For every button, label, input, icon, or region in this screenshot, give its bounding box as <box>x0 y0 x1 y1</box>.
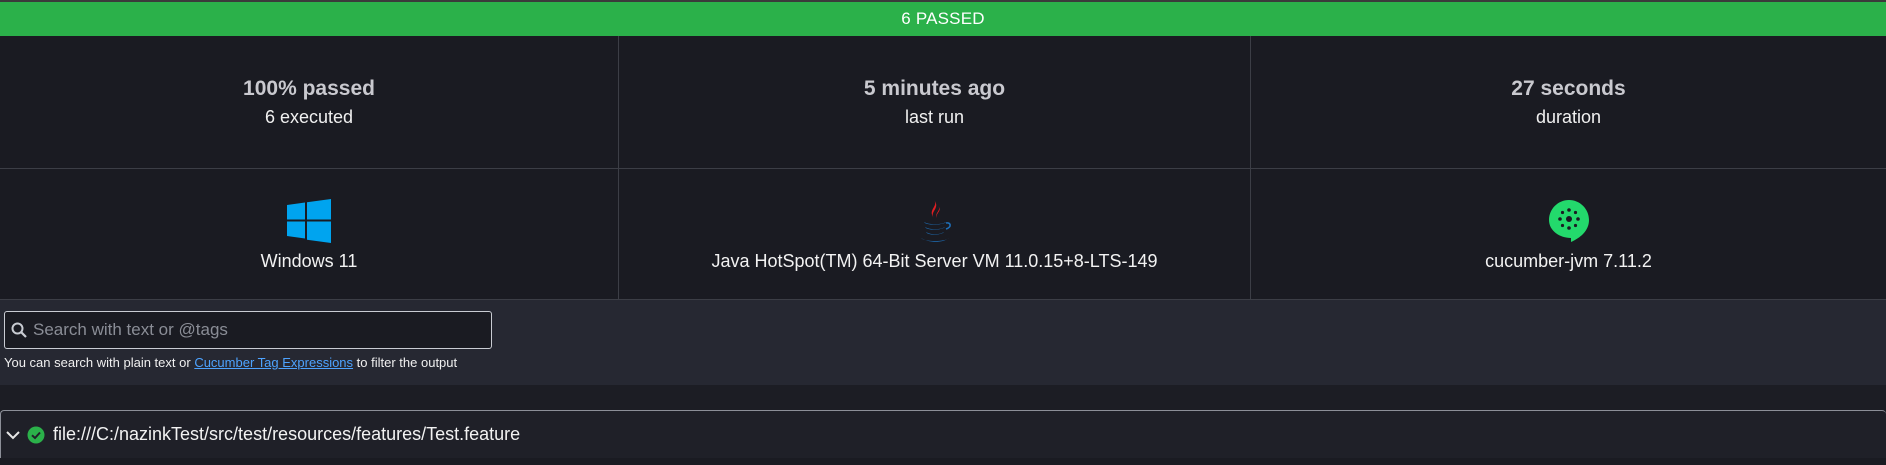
search-help-prefix: You can search with plain text or <box>4 355 191 370</box>
search-input[interactable] <box>31 319 475 341</box>
passed-check-icon <box>27 426 45 443</box>
stat-duration-label: duration <box>1535 106 1602 127</box>
search-icon <box>11 322 27 338</box>
status-banner-text: 6 PASSED <box>901 9 985 28</box>
feature-row[interactable]: file:///C:/nazinkTest/src/test/resources… <box>0 410 1886 458</box>
search-help-suffix: to filter the output <box>356 355 458 370</box>
stats-grid: 100% passed 6 executed 5 minutes ago las… <box>0 36 1886 169</box>
java-icon <box>917 197 953 245</box>
stat-last-run-value: 5 minutes ago <box>863 76 1006 100</box>
search-help-text: You can search with plain text or Cucumb… <box>4 355 457 370</box>
stat-passed-label: 6 executed <box>264 106 354 127</box>
cucumber-icon <box>1547 197 1591 245</box>
env-tool-label: cucumber-jvm 7.11.2 <box>1485 250 1652 271</box>
env-os-label: Windows 11 <box>260 250 358 271</box>
stat-last-run: 5 minutes ago last run <box>619 36 1251 169</box>
spacer <box>0 385 1886 410</box>
stat-passed: 100% passed 6 executed <box>0 36 619 169</box>
env-runtime-label: Java HotSpot(TM) 64-Bit Server VM 11.0.1… <box>711 250 1158 271</box>
chevron-down-icon[interactable] <box>5 427 21 443</box>
stat-duration-value: 27 seconds <box>1511 76 1626 100</box>
stat-passed-value: 100% passed <box>243 76 375 100</box>
search-section: You can search with plain text or Cucumb… <box>0 300 1886 385</box>
search-box[interactable] <box>4 311 492 349</box>
stat-last-run-label: last run <box>904 106 965 127</box>
env-runtime: Java HotSpot(TM) 64-Bit Server VM 11.0.1… <box>619 169 1251 300</box>
feature-path[interactable]: file:///C:/nazinkTest/src/test/resources… <box>53 424 520 445</box>
windows-icon <box>287 197 331 245</box>
status-banner: 6 PASSED <box>0 2 1886 36</box>
env-os: Windows 11 <box>0 169 619 300</box>
env-tool: cucumber-jvm 7.11.2 <box>1251 169 1886 300</box>
cucumber-tag-expressions-link[interactable]: Cucumber Tag Expressions <box>194 355 353 370</box>
stat-duration: 27 seconds duration <box>1251 36 1886 169</box>
environment-grid: Windows 11 Java HotSpot(TM) 64-Bit Serve… <box>0 169 1886 300</box>
